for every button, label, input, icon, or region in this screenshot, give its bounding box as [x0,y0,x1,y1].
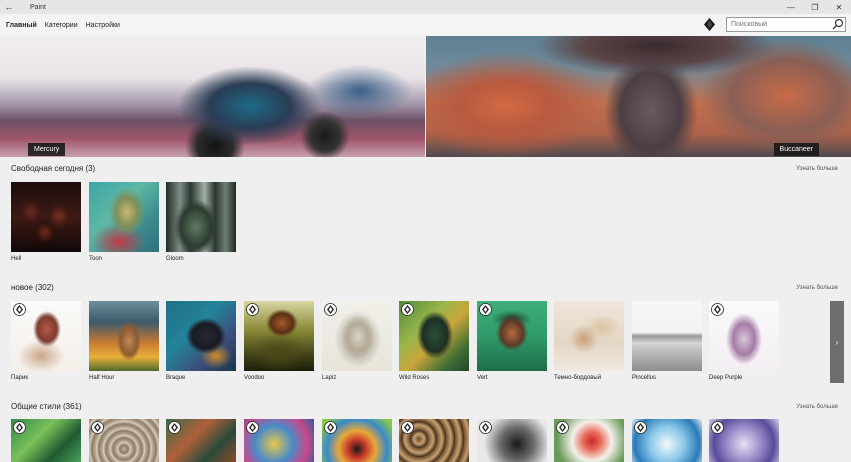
more-link-new[interactable]: Узнать больше [796,285,838,291]
nav-item-categories[interactable]: Категории [45,22,78,29]
window-controls: — ❐ ✕ [779,3,851,12]
prisma-badge-icon [401,421,414,434]
hero-label-right: Buccaneer [773,143,819,156]
prisma-badge-icon [324,303,337,316]
style-tile[interactable] [89,182,159,252]
prisma-badge-icon [711,421,724,434]
restore-icon[interactable]: ❐ [803,3,827,12]
prisma-logo-icon[interactable] [704,18,715,31]
prisma-badge-icon [168,421,181,434]
style-tile-label: Pincellus [632,375,657,381]
style-tile-label: Темно-бордовый [554,375,602,381]
search-input[interactable] [727,21,827,28]
more-link-common-styles[interactable]: Узнать больше [796,404,838,410]
prisma-badge-icon [401,303,414,316]
close-icon[interactable]: ✕ [827,3,851,12]
style-tile-label: Toon [89,256,103,262]
section-title-new: новое (302) [11,283,54,292]
style-tile-label: Voodoo [244,375,265,381]
style-tile-label: Парик [11,375,28,381]
style-tile-label: Lapiz [322,375,337,381]
style-tile-label: Hell [11,256,22,262]
prisma-badge-icon [246,303,259,316]
style-tile[interactable] [166,301,236,371]
more-link-free-today[interactable]: Узнать больше [796,166,838,172]
window-title: Paint [30,3,46,11]
hero-banner-right[interactable]: Buccaneer [426,36,851,157]
prisma-badge-icon [556,421,569,434]
prisma-badge-icon [711,303,724,316]
hero-banner-left[interactable]: Mercury [0,36,425,157]
search-box[interactable] [726,17,846,32]
title-bar: ← Paint — ❐ ✕ [0,0,851,14]
style-tile-label: Gloom [166,256,184,262]
hero-label-left: Mercury [28,143,66,156]
prisma-badge-icon [246,421,259,434]
style-tile[interactable] [632,301,702,371]
back-arrow-icon[interactable]: ← [0,2,18,12]
section-title-common-styles: Общие стили (361) [11,402,82,411]
section-title-free-today: Свободная сегодня (3) [11,164,96,173]
nav-item-settings[interactable]: Настройки [86,22,120,29]
style-tile[interactable] [11,182,81,252]
style-tile[interactable] [89,301,159,371]
style-tile-label: Braque [166,375,186,381]
prisma-badge-icon [13,421,26,434]
style-tile-label: Deep Purple [709,375,743,381]
prisma-badge-icon [479,421,492,434]
style-tile-label: Vert [477,375,488,381]
nav-bar: Главный Категории Настройки [0,14,851,36]
search-icon[interactable] [831,18,845,31]
style-tile[interactable] [166,182,236,252]
prisma-badge-icon [324,421,337,434]
style-tile-label: Half Hour [89,375,115,381]
style-tile[interactable] [554,301,624,371]
prisma-badge-icon [91,421,104,434]
style-tile-label: Wild Roses [399,375,430,381]
nav-item-home[interactable]: Главный [6,22,37,29]
prisma-badge-icon [13,303,26,316]
prisma-badge-icon [634,421,647,434]
scroll-right-button[interactable]: › [830,301,844,383]
prisma-badge-icon [479,303,492,316]
minimize-icon[interactable]: — [779,3,803,12]
